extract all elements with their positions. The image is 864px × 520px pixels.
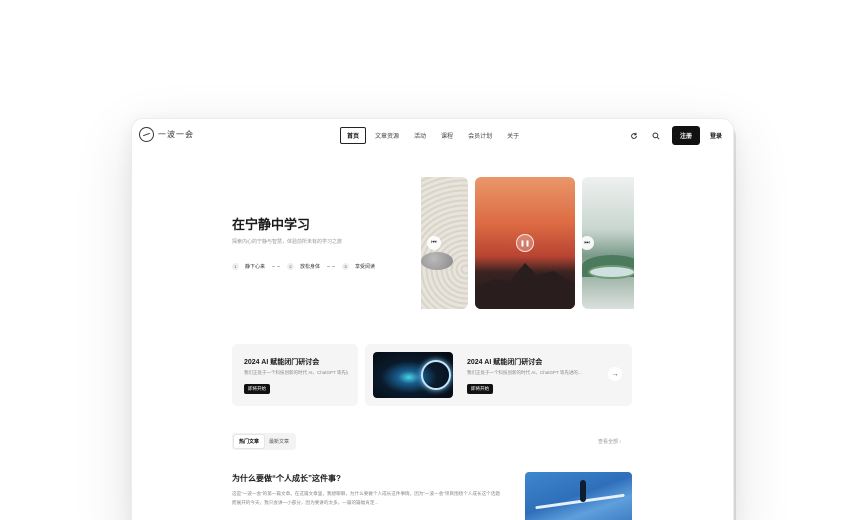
signup-button[interactable]: 注册 — [671, 126, 700, 145]
article-excerpt: 这是“一波一会”的第一篇文章。在这篇文章里，我想聊聊，为什么要做个人成长这件事情… — [232, 491, 500, 505]
step-label: 享受阅读 — [355, 264, 376, 270]
nav-link-articles[interactable]: 文章资源 — [369, 128, 405, 143]
step-label: 静下心来 — [245, 264, 266, 270]
step-divider — [327, 266, 336, 267]
event-card[interactable]: 2024 AI 赋能闭门研讨会 我们正处于一个科技创新的时代 AI、ChatGP… — [232, 344, 358, 406]
nav-actions: 注册 登录 — [628, 126, 722, 145]
nav-link-about[interactable]: 关于 — [501, 128, 525, 143]
zen-stone — [421, 252, 453, 270]
glow-ring — [421, 360, 451, 390]
skip-forward-icon: ⏭ — [584, 239, 590, 246]
event-title: 2024 AI 赋能闭门研讨会 — [244, 359, 320, 366]
tablet-frame: 一波一会 首页 文章资源 活动 课程 会员计划 关于 注册 登录 在宁静中学习 … — [131, 118, 734, 520]
carousel-prev-button[interactable]: ⏮ — [427, 236, 441, 250]
logo-icon — [139, 127, 154, 142]
event-status-button[interactable]: 即将开始 — [244, 384, 270, 394]
event-card-featured[interactable]: 2024 AI 赋能闭门研讨会 我们正处于一个科技创新的时代 AI、ChatGP… — [365, 344, 632, 406]
nav-link-membership[interactable]: 会员计划 — [462, 128, 498, 143]
event-description: 我们正处于一个科技创新的时代 AI、ChatGPT 等先进的... — [244, 370, 348, 375]
hero-subtitle: 探索内心的宁静与智慧，体验前所未有的学习之旅 — [232, 239, 343, 245]
carousel-pause-button[interactable]: ❚❚ — [516, 234, 534, 252]
event-status-button[interactable]: 即将开始 — [467, 384, 493, 394]
logo[interactable]: 一波一会 — [139, 127, 194, 142]
logo-text: 一波一会 — [158, 130, 194, 139]
event-title: 2024 AI 赋能闭门研讨会 — [467, 359, 543, 366]
pause-icon: ❚❚ — [519, 240, 531, 247]
event-description: 我们正处于一个科技创新的时代 AI、ChatGPT 等先进的... — [467, 370, 582, 375]
hero-steps: 1 静下心来 2 放松身体 3 享受阅读 — [232, 263, 375, 270]
tab-popular[interactable]: 热门文章 — [234, 435, 265, 448]
step-label: 放松身体 — [300, 264, 321, 270]
refresh-icon[interactable] — [628, 130, 640, 142]
article-title[interactable]: 为什么要做“个人成长”这件事? — [232, 473, 341, 484]
step-divider — [272, 266, 281, 267]
hero-title: 在宁静中学习 — [232, 217, 311, 232]
nav-link-events[interactable]: 活动 — [408, 128, 432, 143]
step-number: 1 — [232, 263, 239, 270]
top-navbar: 一波一会 首页 文章资源 活动 课程 会员计划 关于 注册 登录 — [131, 118, 734, 152]
login-button[interactable]: 登录 — [710, 131, 722, 140]
mountain-silhouette — [475, 263, 575, 309]
next-event-button[interactable]: → — [608, 367, 622, 381]
nav-link-home[interactable]: 首页 — [340, 127, 367, 144]
nav-link-courses[interactable]: 课程 — [435, 128, 459, 143]
search-icon[interactable] — [650, 130, 662, 142]
skip-back-icon: ⏮ — [431, 239, 437, 246]
article-thumbnail[interactable] — [525, 472, 632, 520]
event-image — [373, 352, 453, 398]
arrow-right-icon: → — [611, 370, 619, 378]
tab-latest[interactable]: 最新文章 — [264, 435, 294, 448]
article-tabs: 热门文章 最新文章 — [232, 433, 297, 450]
view-all-link[interactable]: 查看全部 › — [598, 438, 621, 445]
nav-links: 首页 文章资源 活动 课程 会员计划 关于 — [340, 127, 528, 144]
figure-shape — [580, 480, 586, 502]
step-number: 3 — [342, 263, 350, 270]
carousel-next-button[interactable]: ⏭ — [580, 236, 594, 250]
pool-shape — [588, 265, 634, 279]
step-number: 2 — [287, 263, 295, 270]
